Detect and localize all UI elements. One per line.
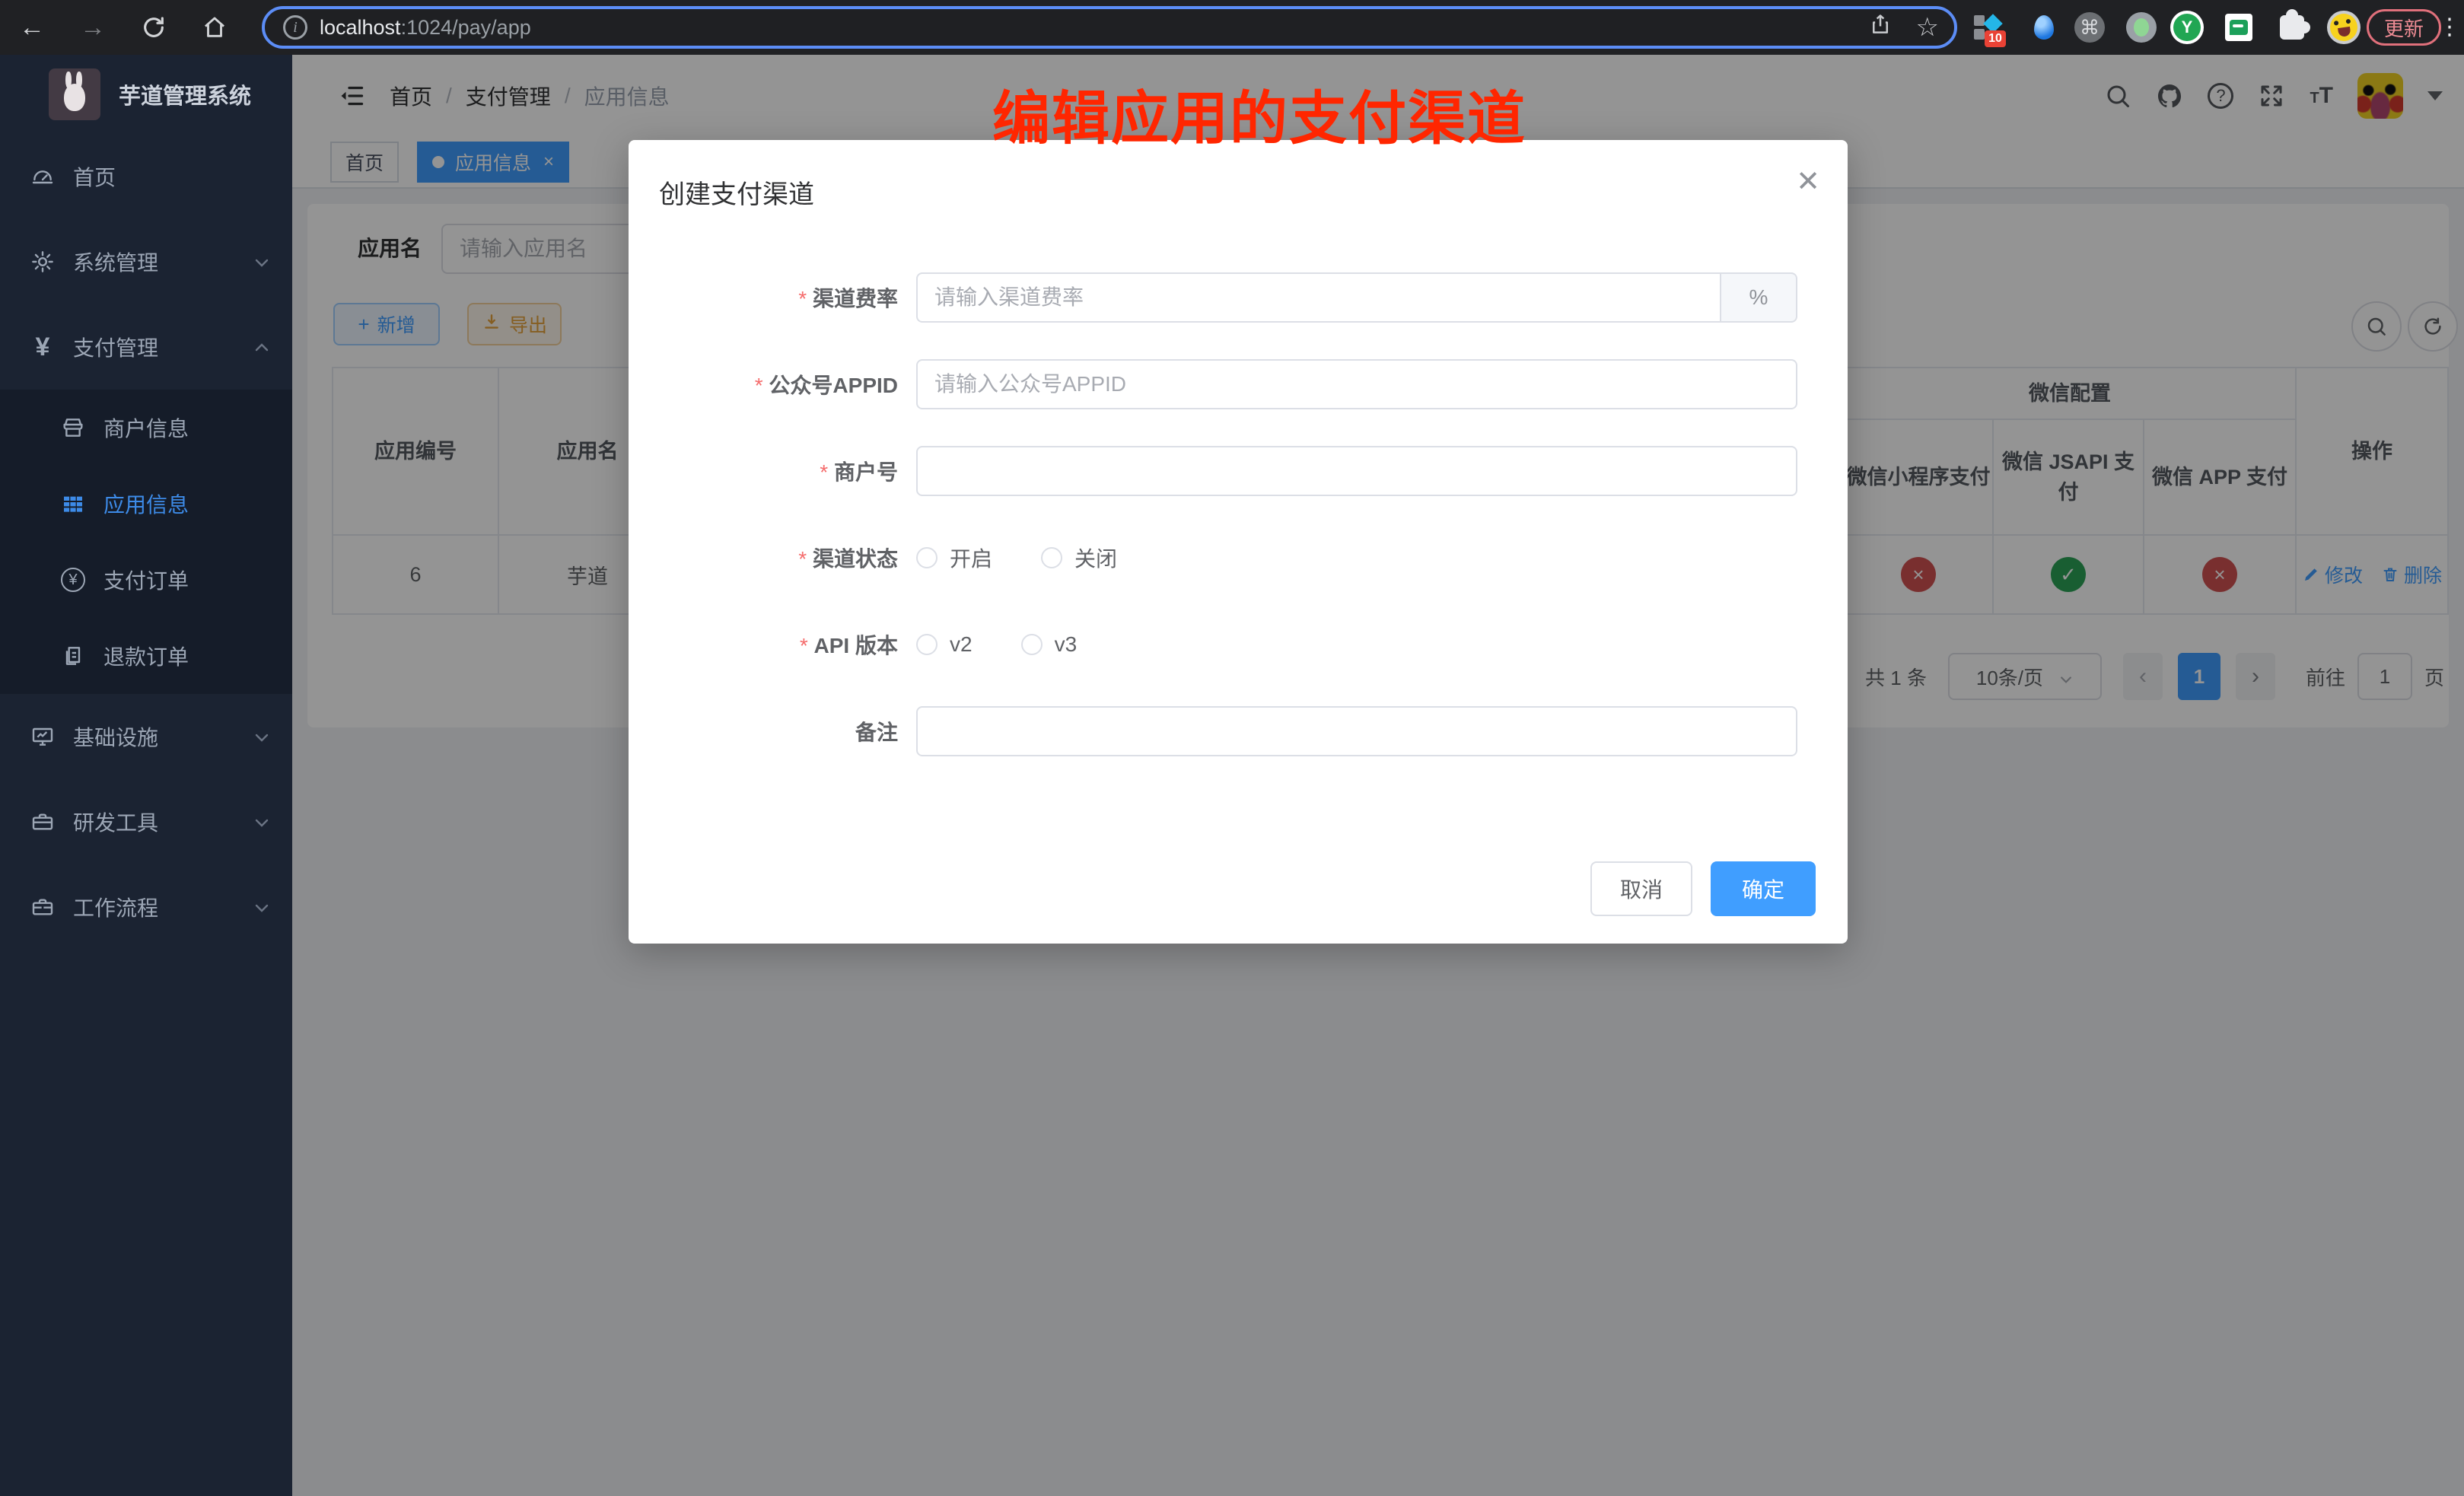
pay-order-icon: ¥ [61,568,85,592]
sidebar-item-merchant-info[interactable]: 商户信息 [0,390,292,466]
merchant-input[interactable] [916,446,1797,496]
field-label-remark: 备注 [629,716,916,746]
browser-update-button[interactable]: 更新 [2367,9,2441,46]
remark-input[interactable] [916,706,1797,756]
field-label-appid: 公众号APPID [629,369,916,399]
browser-home-icon[interactable] [193,0,236,55]
dev-tools-icon [30,810,55,834]
browser-back-icon[interactable]: ← [11,0,53,55]
address-bar[interactable]: i localhost:1024/pay/app ☆ [262,6,1957,49]
sidebar-item-system[interactable]: 系统管理 [0,219,292,304]
appid-input[interactable] [916,359,1797,409]
sidebar-item-pay-order[interactable]: ¥ 支付订单 [0,542,292,618]
field-label-api-version: API 版本 [629,629,916,660]
sidebar-item-app-info[interactable]: 应用信息 [0,466,292,542]
field-label-status: 渠道状态 [629,543,916,573]
extension-chat-icon[interactable] [2220,9,2257,46]
sidebar: 芋道管理系统 首页 系统管理 ¥ 支付管理 [0,55,292,1496]
extension-balloon-icon[interactable] [2026,9,2062,46]
percent-suffix: % [1720,272,1797,323]
chevron-down-icon [253,813,271,831]
sidebar-item-pay[interactable]: ¥ 支付管理 [0,304,292,390]
site-info-icon[interactable]: i [283,15,307,40]
status-radio-closed[interactable]: 关闭 [1041,543,1117,573]
shop-icon [61,415,85,440]
sidebar-pay-submenu: 商户信息 应用信息 ¥ 支付订单 退款订单 [0,390,292,694]
sidebar-item-dev-tools[interactable]: 研发工具 [0,779,292,864]
screen: ← → i localhost:1024/pay/app ☆ 10 ⌘ Y [0,0,2464,1496]
url-text[interactable]: localhost:1024/pay/app [320,16,531,40]
extension-y-icon[interactable]: Y [2169,9,2205,46]
dialog-title: 创建支付渠道 [659,173,814,211]
rate-input[interactable] [916,272,1720,323]
app-title: 芋道管理系统 [119,78,251,110]
chevron-down-icon [253,253,271,271]
radio-circle-icon [916,547,938,568]
sidebar-item-workflow[interactable]: 工作流程 [0,864,292,950]
browser-forward-icon[interactable]: → [72,0,114,55]
chevron-down-icon [253,727,271,746]
extensions-puzzle-icon[interactable] [2274,9,2310,46]
field-label-rate: 渠道费率 [629,282,916,313]
extension-command-icon[interactable]: ⌘ [2071,9,2108,46]
browser-toolbar: ← → i localhost:1024/pay/app ☆ 10 ⌘ Y [0,0,2464,55]
extension-badge: 10 [1985,30,2006,47]
share-icon[interactable] [1869,13,1892,42]
url-path: :1024/pay/app [401,16,531,39]
browser-profile-avatar[interactable] [2326,9,2362,46]
field-label-merchant: 商户号 [629,456,916,486]
api-radio-v2[interactable]: v2 [916,632,973,657]
app-logo-row[interactable]: 芋道管理系统 [0,55,292,134]
refund-order-icon [61,644,85,668]
sidebar-item-home[interactable]: 首页 [0,134,292,219]
cancel-button[interactable]: 取消 [1590,861,1692,916]
workflow-icon [30,895,55,919]
url-host: localhost [320,16,401,39]
radio-circle-icon [1041,547,1062,568]
sidebar-menu: 首页 系统管理 ¥ 支付管理 [0,134,292,950]
bookmark-star-icon[interactable]: ☆ [1916,12,1939,43]
radio-circle-icon [916,634,938,655]
create-pay-channel-dialog: 创建支付渠道 ✕ 渠道费率 % 公众号APPID 商户号 [629,140,1848,944]
red-annotation-text: 编辑应用的支付渠道 [992,72,1526,155]
sidebar-item-refund-order[interactable]: 退款订单 [0,618,292,694]
dialog-close-icon[interactable]: ✕ [1796,164,1820,199]
grid-icon [61,492,85,516]
gear-icon [30,250,55,274]
extension-recorder-icon[interactable] [2123,9,2160,46]
chevron-up-icon [253,338,271,356]
browser-menu-icon[interactable]: ⋮ [2438,9,2461,46]
browser-reload-icon[interactable] [132,0,175,55]
extension-tag-manager-icon[interactable]: 10 [1969,9,2006,46]
dashboard-icon [30,164,55,189]
yen-icon: ¥ [30,335,55,359]
api-radio-v3[interactable]: v3 [1021,632,1078,657]
radio-circle-icon [1021,634,1043,655]
status-radio-open[interactable]: 开启 [916,543,992,573]
sidebar-item-infrastructure[interactable]: 基础设施 [0,694,292,779]
app-logo [49,68,100,120]
chevron-down-icon [253,898,271,916]
confirm-button[interactable]: 确定 [1711,861,1816,916]
infra-icon [30,724,55,749]
